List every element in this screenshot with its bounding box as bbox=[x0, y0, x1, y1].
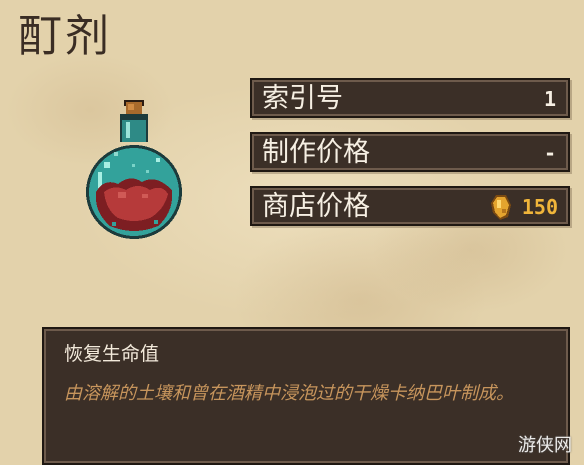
effect-text: 恢复生命值 bbox=[64, 343, 160, 365]
index-label: 索引号 bbox=[262, 83, 343, 114]
gold-coin-icon bbox=[491, 195, 511, 220]
flavor-text: 由溶解的土壤和曾在酒精中浸泡过的干燥卡纳巴叶制成。 bbox=[64, 383, 514, 404]
shop-price-value: 150 bbox=[521, 195, 558, 219]
item-title: 酊剂 bbox=[18, 11, 112, 62]
shop-price-label: 商店价格 bbox=[262, 191, 370, 222]
craft-price-label: 制作价格 bbox=[262, 137, 370, 168]
stat-row-shop-price: 商店价格 150 bbox=[250, 186, 570, 226]
potion-flask-icon bbox=[86, 100, 182, 239]
stat-row-craft-price: 制作价格 - bbox=[250, 132, 570, 172]
craft-price-value: - bbox=[543, 141, 556, 165]
stat-row-index: 索引号 1 bbox=[250, 78, 570, 118]
watermark: 游侠网 bbox=[518, 435, 572, 456]
index-value: 1 bbox=[543, 87, 556, 111]
description-panel: 恢复生命值 由溶解的土壤和曾在酒精中浸泡过的干燥卡纳巴叶制成。 bbox=[42, 327, 570, 465]
